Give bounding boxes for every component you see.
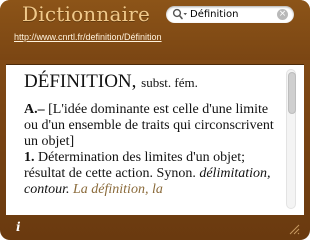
scrollbar[interactable] — [286, 69, 296, 209]
definition-panel[interactable]: DÉFINITION, subst. fém. A.– [L'idée domi… — [6, 64, 304, 215]
search-field[interactable]: × — [166, 6, 294, 23]
headword: DÉFINITION, — [24, 71, 137, 92]
clear-search-icon[interactable]: × — [277, 9, 288, 20]
definition-text: DÉFINITION, subst. fém. A.– [L'idée domi… — [24, 71, 276, 198]
section-marker: A.– — [24, 102, 45, 117]
sense-1: 1. Détermination des limites d'un objet;… — [24, 150, 276, 198]
sense-number: 1. — [24, 150, 35, 165]
source-url-link[interactable]: http://www.cnrtl.fr/definition/Définitio… — [14, 32, 162, 42]
search-input[interactable] — [190, 7, 272, 22]
scrollbar-thumb[interactable] — [288, 72, 296, 114]
headword-line: DÉFINITION, subst. fém. — [24, 71, 276, 94]
section-a: A.– [L'idée dominante est celle d'une li… — [24, 102, 276, 150]
dictionary-widget: Dictionnaire × http://www.cnrtl.fr/defin… — [0, 0, 310, 240]
search-icon[interactable] — [172, 8, 188, 21]
widget-footer: i — [0, 216, 310, 240]
widget-title: Dictionnaire — [22, 2, 150, 26]
example-text: La définition, la — [73, 182, 163, 197]
widget-header: Dictionnaire × http://www.cnrtl.fr/defin… — [0, 0, 310, 60]
part-of-speech: subst. fém. — [141, 75, 198, 90]
section-text: [L'idée dominante est celle d'une limite… — [24, 102, 274, 149]
resize-grip-icon[interactable] — [288, 222, 300, 235]
info-button[interactable]: i — [16, 220, 21, 234]
